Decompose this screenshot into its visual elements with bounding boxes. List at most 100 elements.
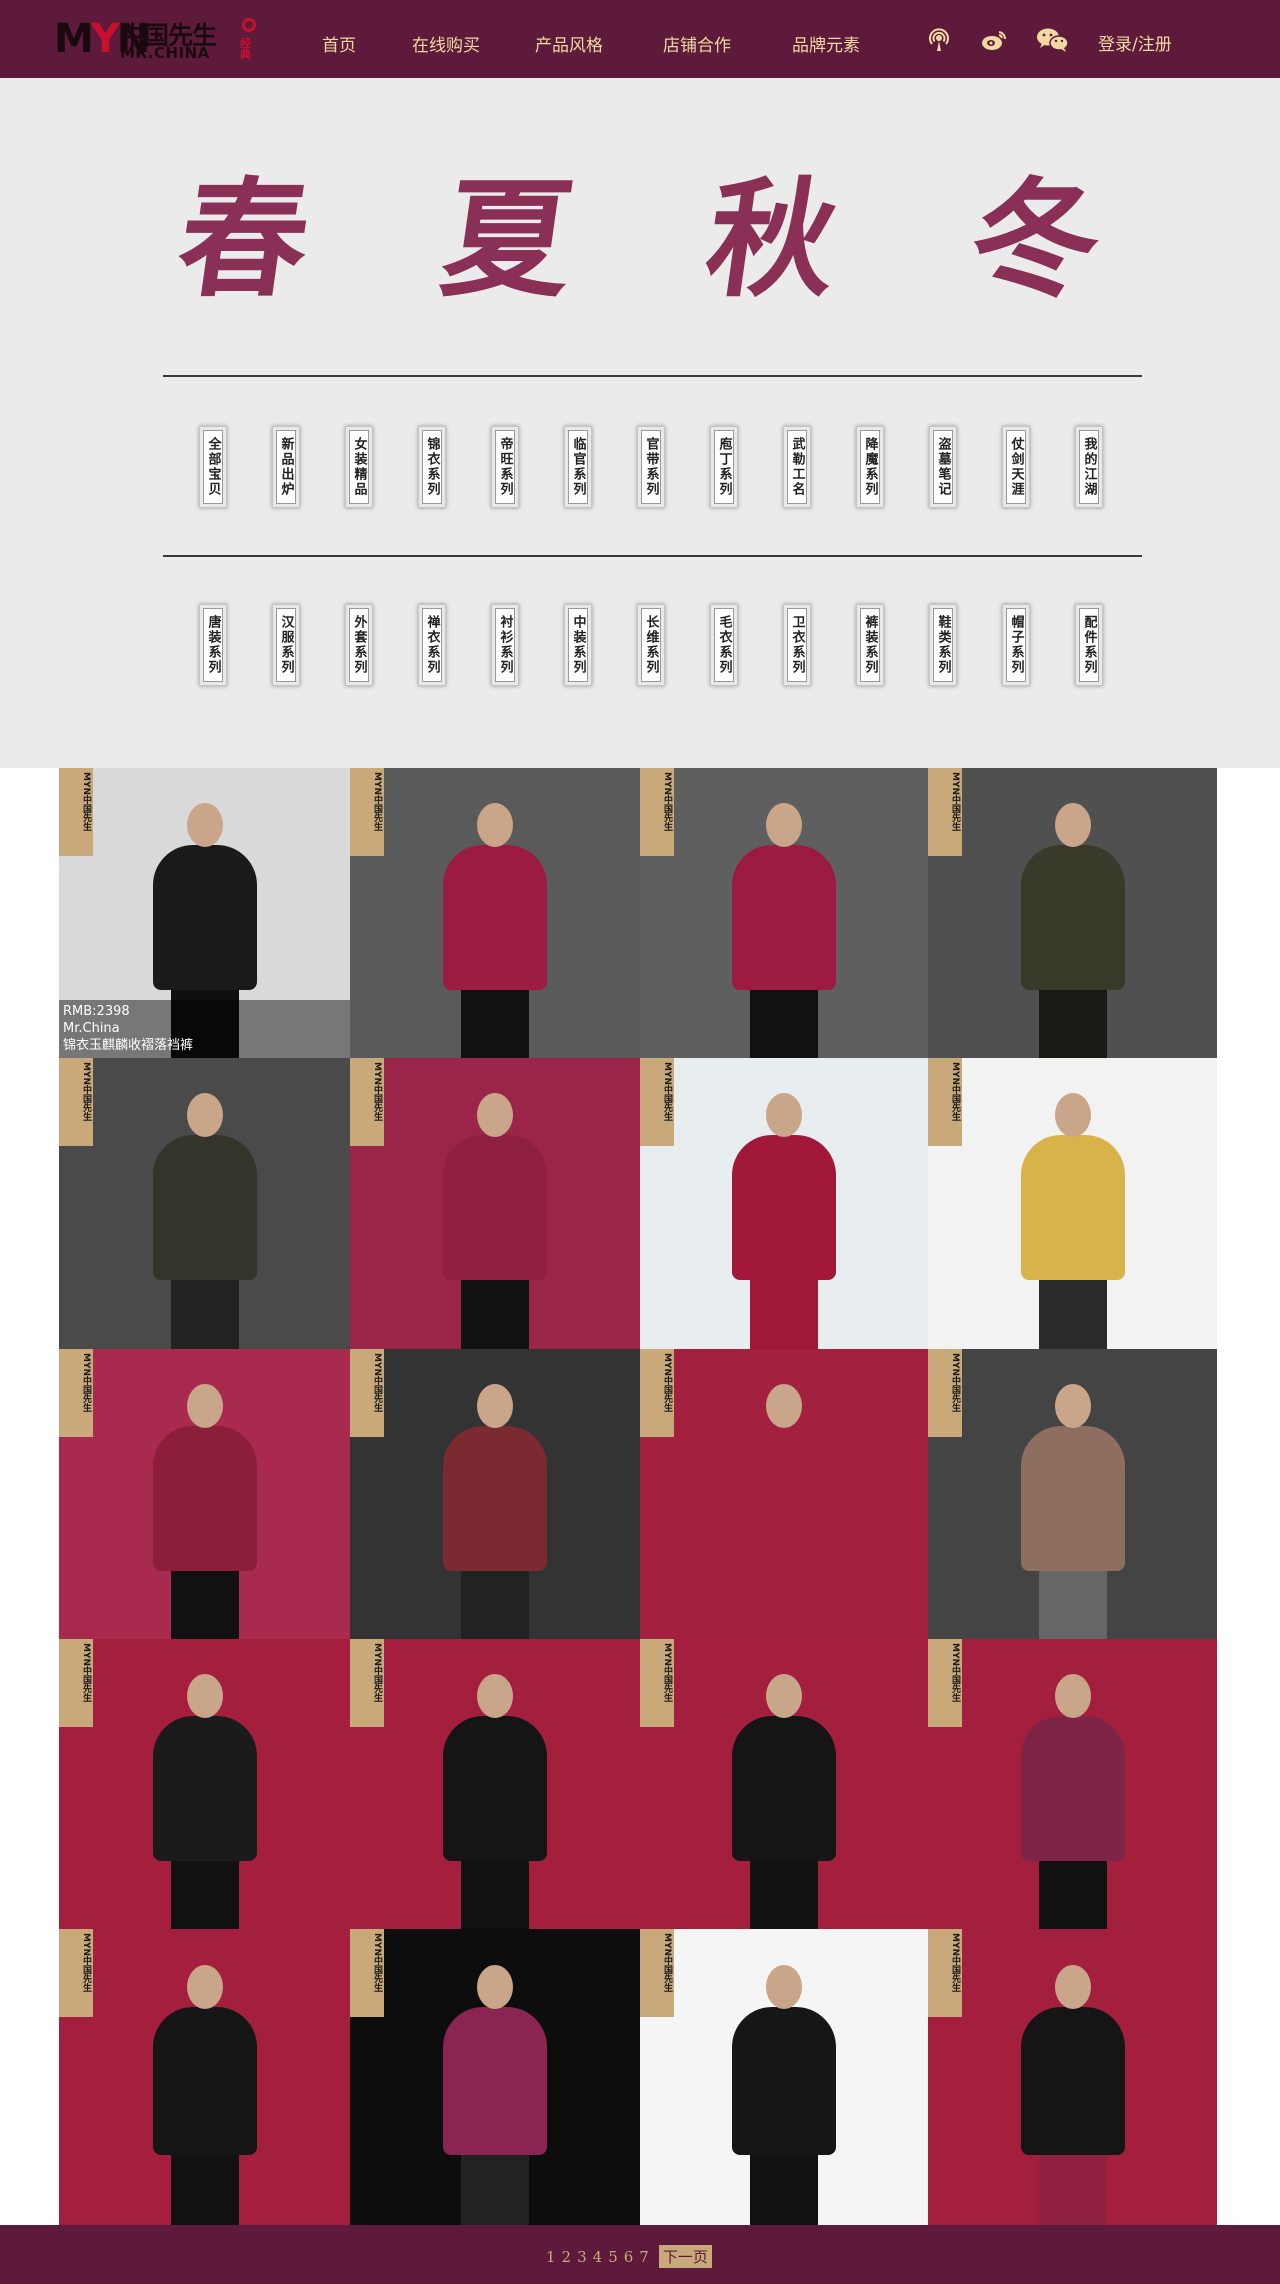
page-6[interactable]: 6 [624,2248,634,2266]
model-photo-garment [1020,844,1125,990]
category-tag-label: 帽子系列 [1006,608,1026,682]
category-tag[interactable]: 官带系列 [637,426,665,508]
brand-badge: MYN中国先生 [928,768,962,856]
page-5[interactable]: 5 [608,2248,618,2266]
product-tile[interactable]: MYN中国先生 [928,768,1217,1058]
category-tag[interactable]: 中装系列 [564,604,592,686]
product-tile[interactable]: MYN中国先生 [350,1639,640,1929]
category-banner: 春 夏 秋 冬 全部宝贝 新品出炉 女装精品 锦衣系列 帝旺系列 临官系列 官带系列 庖丁系列… [0,78,1280,768]
page-3[interactable]: 3 [577,2248,587,2266]
model-photo-trousers [170,2154,239,2225]
nav-buy-online[interactable]: 在线购买 [412,31,480,56]
model-photo-garment [443,844,547,990]
site-header: MYN 中国先生 MR.CHINA 经典 首页 在线购买 产品风格 店铺合作 品… [0,0,1280,78]
product-tile[interactable]: MYN中国先生 [350,768,640,1058]
next-page-button[interactable]: 下一页 [658,2245,712,2268]
product-tile[interactable]: MYN中国先生 [640,1639,928,1929]
wechat-icon[interactable] [1036,26,1070,54]
model-photo-garment [732,1134,836,1281]
model-photo-head [1054,1383,1091,1428]
product-tile[interactable]: MYN中国先生 [928,1639,1217,1929]
category-tag[interactable]: 帽子系列 [1002,604,1030,686]
category-tag[interactable]: 鞋类系列 [929,604,957,686]
category-tag[interactable]: 裤装系列 [856,604,884,686]
podcast-icon[interactable] [925,26,953,54]
category-tag[interactable]: 长维系列 [637,604,665,686]
model-photo-head [477,1673,513,1718]
page-7[interactable]: 7 [639,2248,649,2266]
category-tag[interactable]: 临官系列 [564,426,592,508]
category-tag[interactable]: 毛衣系列 [710,604,738,686]
page-2[interactable]: 2 [562,2248,572,2266]
pagination: 1 2 3 4 5 6 7 下一页 [546,2245,712,2268]
category-tag[interactable]: 唐装系列 [199,604,227,686]
weibo-icon[interactable] [980,26,1008,54]
nav-brand-elements[interactable]: 品牌元素 [792,31,860,56]
model-photo-head [477,1092,513,1137]
category-tag[interactable]: 禅衣系列 [418,604,446,686]
brand-badge: MYN中国先生 [640,1058,674,1146]
product-tile[interactable]: MYN中国先生 [350,1058,640,1349]
brand-badge-text: MYN中国先生 [950,1933,960,1993]
category-tag[interactable]: 外套系列 [345,604,373,686]
product-tile[interactable]: MYN中国先生 [640,1058,928,1349]
brand-logo[interactable]: MYN 中国先生 MR.CHINA 经典 [54,14,260,64]
brand-badge-text: MYN中国先生 [950,772,960,832]
product-tile[interactable]: MYN中国先生 [350,1349,640,1639]
product-tile[interactable]: MYN中国先生 [59,1639,350,1929]
product-tile[interactable]: MYN中国先生 [640,768,928,1058]
model-photo-head [477,1964,513,2009]
model-photo-garment [152,1134,257,1281]
category-tag[interactable]: 卫衣系列 [783,604,811,686]
category-tag-label: 汉服系列 [276,608,296,682]
category-tag[interactable]: 汉服系列 [272,604,300,686]
category-tag-label: 降魔系列 [860,430,880,504]
category-tag[interactable]: 配件系列 [1075,604,1103,686]
model-photo-trousers [170,1570,239,1639]
model-photo-garment [1020,1715,1125,1861]
category-tag-label: 官带系列 [641,430,661,504]
product-tile[interactable]: MYN中国先生 [350,1929,640,2225]
model-photo-head [766,1092,802,1137]
title-char-spring: 春 [169,165,319,315]
season-title: 春 夏 秋 冬 [169,160,1110,320]
category-tag[interactable]: 降魔系列 [856,426,884,508]
product-tile[interactable]: MYN中国先生 [640,1349,928,1639]
category-tag[interactable]: 新品出炉 [272,426,300,508]
product-tile[interactable]: MYN中国先生 [928,1929,1217,2225]
category-tag[interactable]: 帝旺系列 [491,426,519,508]
product-tile[interactable]: MYN中国先生 RMB:2398 Mr.China 锦衣玉麒麟收褶落裆裤 [59,768,350,1058]
model-photo-head [477,802,513,847]
category-tag[interactable]: 锦衣系列 [418,426,446,508]
product-tile[interactable]: MYN中国先生 [928,1058,1217,1349]
category-tag[interactable]: 仗剑天涯 [1002,426,1030,508]
nav-store-partnership[interactable]: 店铺合作 [663,31,731,56]
model-photo-trousers [170,1860,239,1929]
product-name: 锦衣玉麒麟收褶落裆裤 [63,1038,194,1053]
model-photo-head [477,1383,513,1428]
nav-product-style[interactable]: 产品风格 [535,31,603,56]
brand-badge: MYN中国先生 [59,1929,93,2017]
model-photo-trousers [750,989,818,1058]
category-tag[interactable]: 我的江湖 [1075,426,1103,508]
product-tile[interactable]: MYN中国先生 [640,1929,928,2225]
brand-badge-text: MYN中国先生 [372,1933,382,1993]
model-photo-trousers [1038,1860,1107,1929]
product-tile[interactable]: MYN中国先生 [928,1349,1217,1639]
product-tile[interactable]: MYN中国先生 [59,1929,350,2225]
model-photo-head [1054,1964,1091,2009]
category-tag[interactable]: 全部宝贝 [199,426,227,508]
category-tag[interactable]: 衬衫系列 [491,604,519,686]
category-tag[interactable]: 盗墓笔记 [929,426,957,508]
nav-home[interactable]: 首页 [322,31,356,56]
page-4[interactable]: 4 [593,2248,603,2266]
product-tile[interactable]: MYN中国先生 [59,1058,350,1349]
product-tile[interactable]: MYN中国先生 [59,1349,350,1639]
login-register-link[interactable]: 登录/注册 [1098,30,1172,55]
model-photo-garment [152,2006,257,2155]
category-tag[interactable]: 武勒工名 [783,426,811,508]
title-char-summer: 夏 [433,165,583,315]
page-1[interactable]: 1 [546,2248,556,2266]
category-tag[interactable]: 女装精品 [345,426,373,508]
category-tag[interactable]: 庖丁系列 [710,426,738,508]
